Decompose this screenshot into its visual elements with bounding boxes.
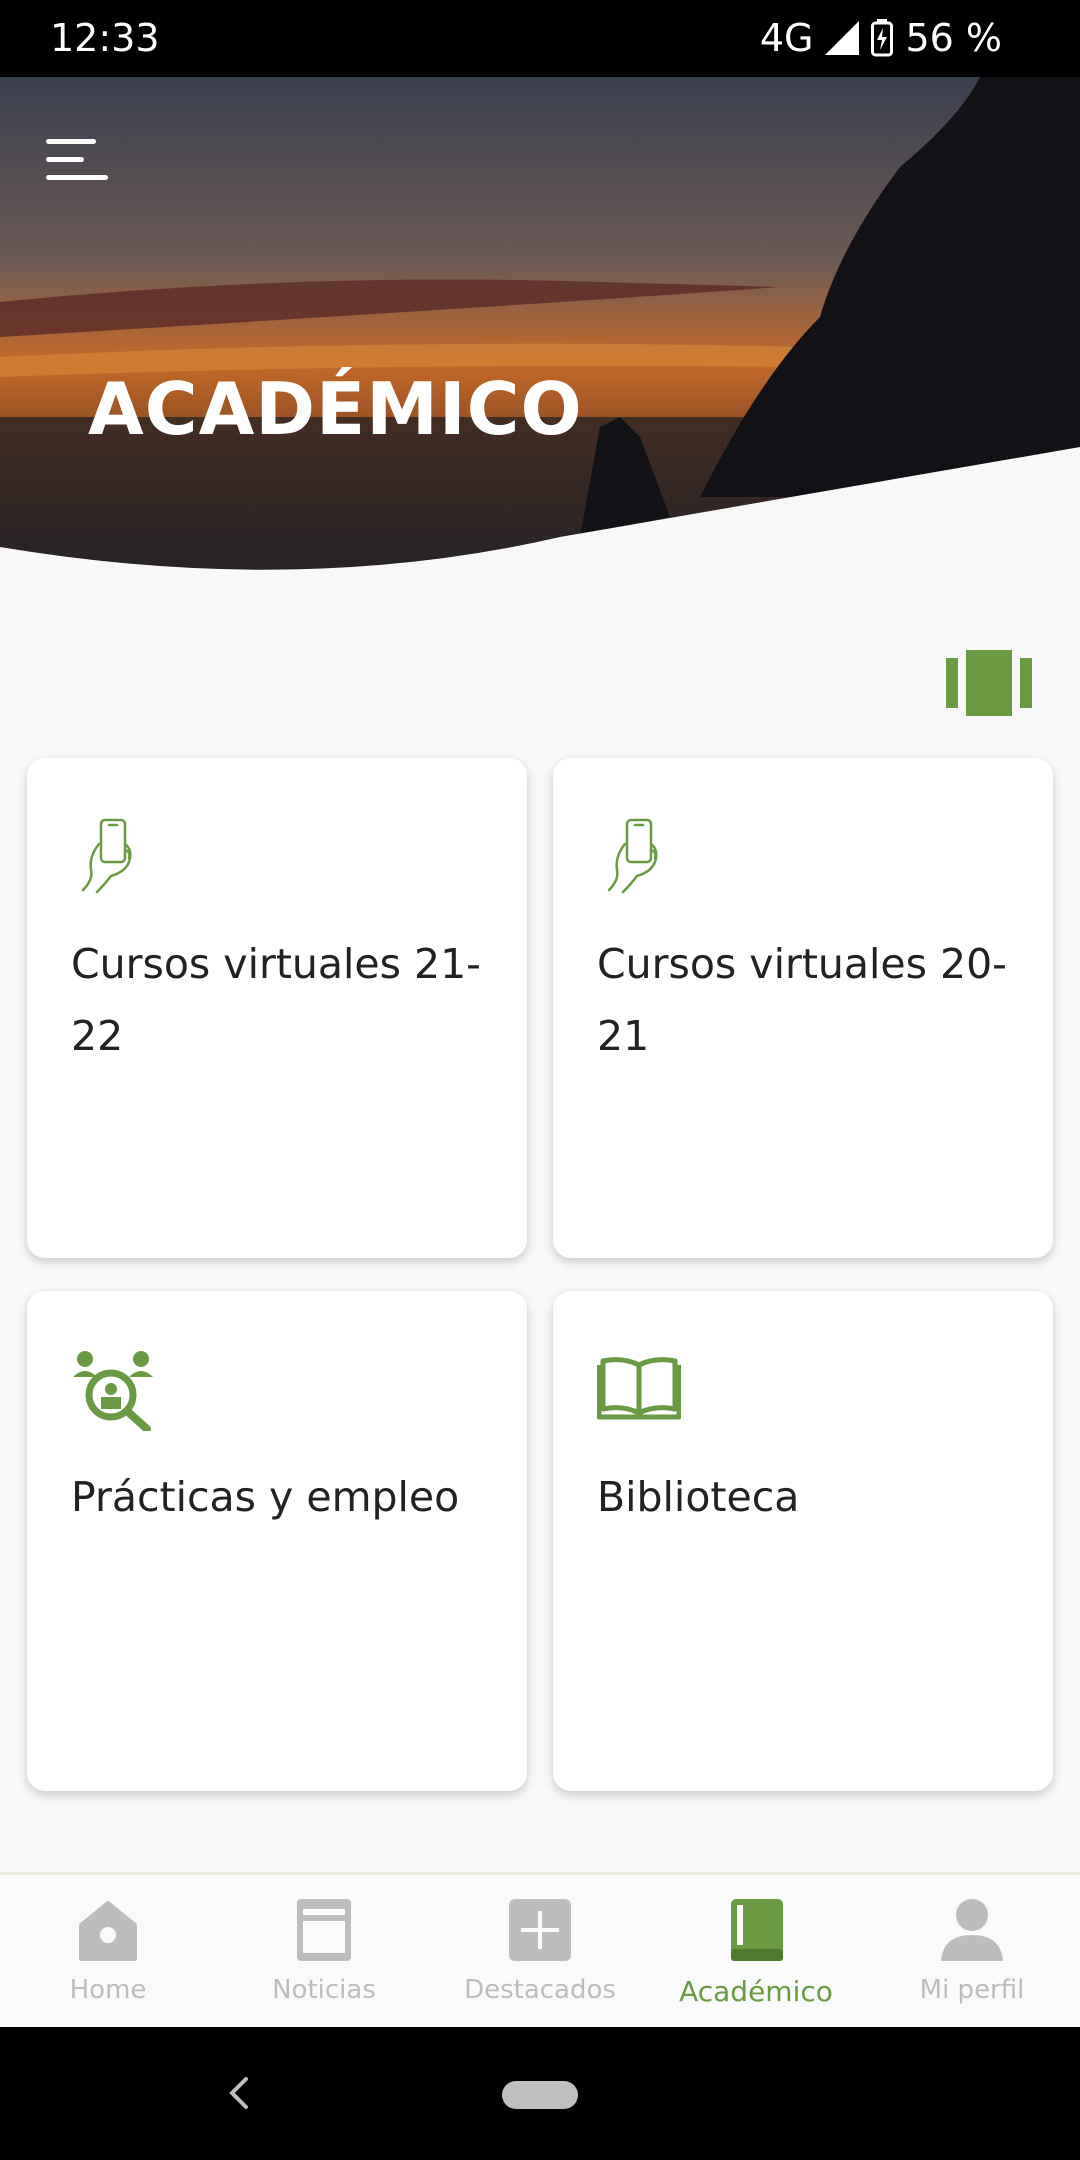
nav-label: Mi perfil bbox=[919, 1975, 1025, 2005]
sunset-background-image bbox=[0, 77, 1080, 597]
nav-item-academico[interactable]: Académico bbox=[648, 1875, 864, 2027]
card-title: Prácticas y empleo bbox=[71, 1473, 460, 1521]
nav-item-mi-perfil[interactable]: Mi perfil bbox=[864, 1875, 1080, 2027]
status-indicators: 4G 56 % bbox=[760, 16, 1002, 60]
page-title: ACADÉMICO bbox=[88, 367, 583, 451]
home-pill-button[interactable] bbox=[502, 2081, 578, 2109]
battery-charging-icon bbox=[871, 19, 894, 57]
card-title: Cursos virtuales 21-22 bbox=[71, 940, 481, 1060]
status-time: 12:33 bbox=[50, 16, 160, 60]
card-cursos-virtuales-20-21[interactable]: Cursos virtuales 20-21 bbox=[553, 758, 1053, 1258]
nav-label: Destacados bbox=[464, 1975, 616, 2005]
plus-box-icon bbox=[509, 1899, 571, 1961]
news-icon bbox=[297, 1899, 351, 1961]
card-title: Cursos virtuales 20-21 bbox=[597, 940, 1007, 1060]
nav-label: Académico bbox=[679, 1975, 833, 2008]
card-cursos-virtuales-21-22[interactable]: Cursos virtuales 21-22 bbox=[27, 758, 527, 1258]
bottom-navigation: Home Noticias Destacados Académico Mi pe… bbox=[0, 1872, 1080, 2027]
home-icon bbox=[79, 1901, 137, 1961]
header-banner: ACADÉMICO bbox=[0, 77, 1080, 597]
back-icon[interactable] bbox=[222, 2073, 256, 2113]
hamburger-menu-icon bbox=[46, 139, 108, 180]
job-search-icon bbox=[73, 1351, 153, 1431]
battery-level: 56 % bbox=[905, 16, 1002, 60]
book-icon bbox=[731, 1899, 783, 1961]
open-book-icon bbox=[597, 1357, 681, 1420]
hand-phone-icon bbox=[607, 818, 658, 894]
hand-phone-icon bbox=[81, 818, 132, 894]
nav-item-home[interactable]: Home bbox=[0, 1875, 216, 2027]
user-icon bbox=[941, 1899, 1003, 1961]
menu-button[interactable] bbox=[38, 125, 118, 205]
nav-item-noticias[interactable]: Noticias bbox=[216, 1875, 432, 2027]
card-title: Biblioteca bbox=[597, 1473, 800, 1521]
status-bar: 12:33 4G 56 % bbox=[0, 0, 1080, 77]
signal-icon bbox=[825, 21, 860, 55]
carousel-view-icon bbox=[946, 650, 1032, 716]
system-navigation-bar bbox=[0, 2027, 1080, 2160]
nav-label: Noticias bbox=[272, 1975, 376, 2005]
view-toggle-button[interactable] bbox=[946, 650, 1032, 716]
card-biblioteca[interactable]: Biblioteca bbox=[553, 1291, 1053, 1791]
card-practicas-y-empleo[interactable]: Prácticas y empleo bbox=[27, 1291, 527, 1791]
nav-item-destacados[interactable]: Destacados bbox=[432, 1875, 648, 2027]
nav-label: Home bbox=[69, 1975, 147, 2005]
network-type: 4G bbox=[759, 16, 814, 60]
